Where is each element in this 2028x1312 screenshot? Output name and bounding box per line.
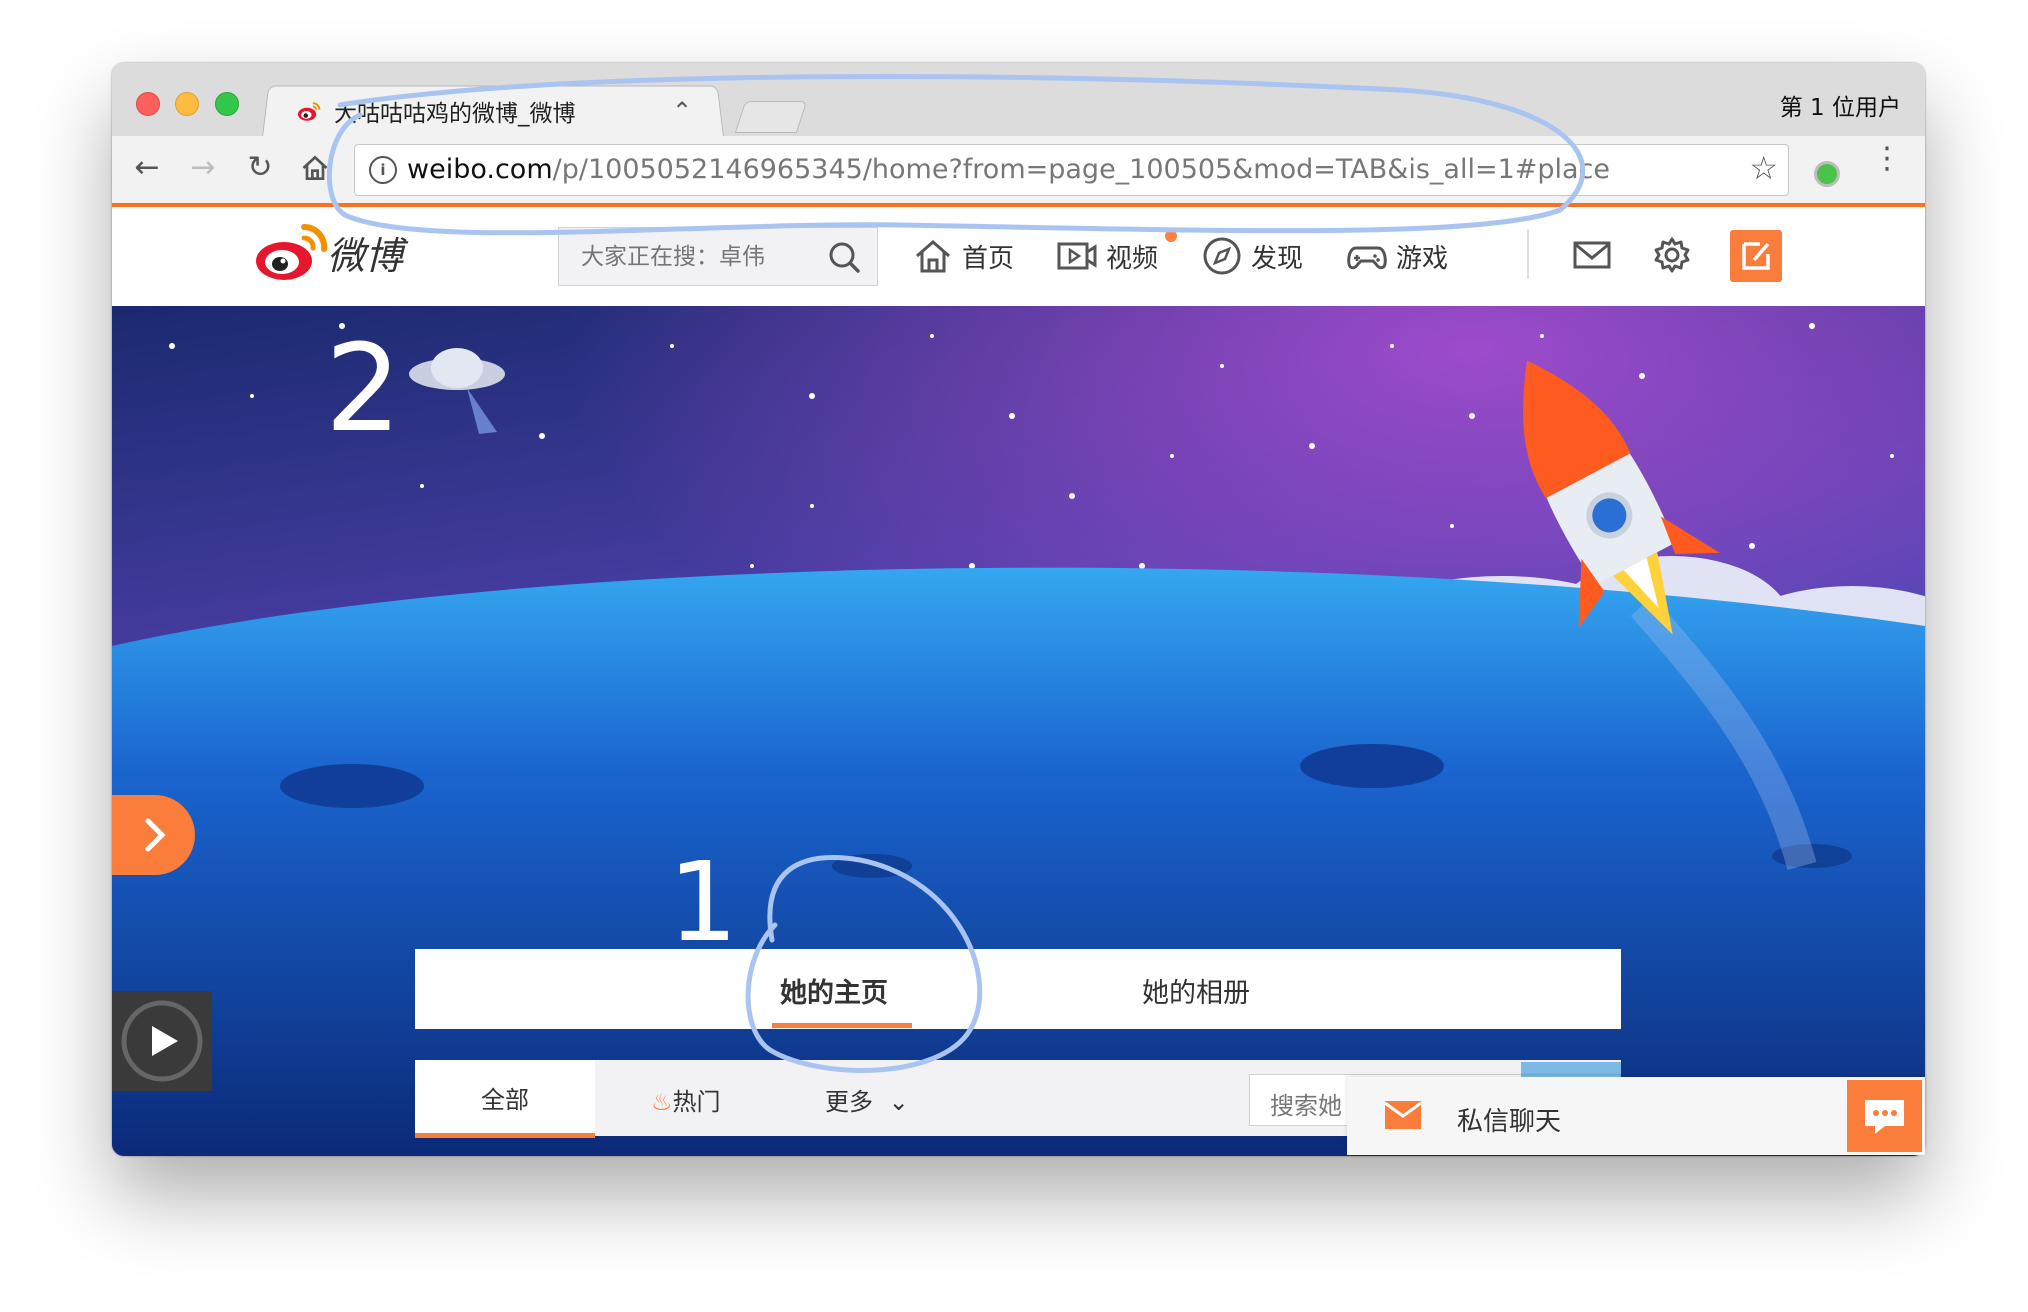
address-bar[interactable]: i weibo.com/p/1005052146965345/home?from…: [354, 144, 1789, 196]
compose-icon: [1742, 242, 1770, 270]
tab-close-icon[interactable]: ⌃: [672, 97, 692, 125]
chevron-down-icon: ⌄: [888, 1088, 909, 1116]
envelope-icon: [1385, 1101, 1421, 1129]
nav-discover[interactable]: 发现: [1201, 233, 1303, 279]
chevron-right-icon: [145, 818, 166, 852]
nav-video-label: 视频: [1106, 243, 1159, 274]
private-chat-bar[interactable]: 私信聊天: [1347, 1077, 1925, 1155]
browser-toolbar: ← → ↻ i weibo.com/p/1005052146965345/hom…: [112, 136, 1925, 207]
filter-all-label: 全部: [481, 1086, 529, 1114]
home-icon: [916, 240, 950, 273]
mail-icon[interactable]: [1568, 231, 1616, 279]
notification-dot: [1165, 230, 1177, 242]
new-tab-button[interactable]: [734, 101, 808, 133]
chat-open-button[interactable]: [1847, 1080, 1922, 1152]
music-player-button[interactable]: [112, 991, 212, 1091]
filter-hot-tab[interactable]: ♨热门: [651, 1082, 721, 1117]
bookmark-star-icon[interactable]: ☆: [1749, 149, 1778, 187]
nav-video[interactable]: 视频: [1056, 230, 1177, 279]
tab-her-album[interactable]: 她的相册: [1142, 971, 1250, 1010]
weibo-logo-icon[interactable]: [252, 219, 332, 285]
weibo-search-box[interactable]: [558, 227, 878, 286]
feed-search-placeholder: 搜索她: [1270, 1092, 1342, 1120]
search-icon[interactable]: [827, 240, 861, 274]
extension-icon[interactable]: [1814, 161, 1840, 187]
maximize-window-button[interactable]: [215, 92, 239, 116]
header-divider: [1527, 229, 1529, 279]
info-icon[interactable]: i: [369, 156, 397, 184]
browser-home-icon[interactable]: [297, 150, 333, 186]
url-path: /p/1005052146965345/home?from=page_10050…: [552, 154, 1611, 185]
video-icon: [1057, 242, 1097, 270]
chat-bubble-icon: [1865, 1100, 1904, 1134]
filter-more-dropdown[interactable]: 更多 ⌄: [825, 1082, 909, 1117]
url-text[interactable]: weibo.com/p/1005052146965345/home?from=p…: [407, 154, 1610, 185]
filter-more-label: 更多: [825, 1088, 873, 1116]
flame-icon: ♨: [651, 1088, 673, 1116]
browser-titlebar: 大咕咕咕鸡的微博_微博 ⌃ 第 1 位用户: [112, 63, 1925, 137]
gamepad-icon: [1347, 246, 1387, 270]
profile-tab-bar: 她的主页 她的相册: [415, 949, 1621, 1029]
expand-sidebar-button[interactable]: [112, 795, 195, 875]
nav-discover-label: 发现: [1251, 243, 1304, 274]
weibo-search-input[interactable]: [579, 243, 813, 271]
compose-button[interactable]: [1730, 230, 1782, 282]
reload-icon[interactable]: ↻: [242, 150, 278, 186]
weibo-logo-text[interactable]: 微博: [327, 225, 403, 280]
tab-her-homepage[interactable]: 她的主页: [780, 971, 888, 1010]
profile-label[interactable]: 第 1 位用户: [1780, 88, 1901, 122]
nav-home-label: 首页: [962, 243, 1015, 274]
url-host: weibo.com: [407, 154, 553, 185]
forward-arrow-icon[interactable]: →: [185, 150, 221, 186]
browser-menu-icon[interactable]: ⋮: [1872, 144, 1902, 174]
tab-title: 大咕咕咕鸡的微博_微博: [334, 101, 576, 127]
nav-game[interactable]: 游戏: [1346, 233, 1448, 279]
back-arrow-icon[interactable]: ←: [129, 150, 165, 186]
weibo-header: 微博 首页 视频: [112, 207, 1925, 306]
nav-home[interactable]: 首页: [912, 233, 1014, 279]
nav-game-label: 游戏: [1396, 243, 1449, 274]
minimize-window-button[interactable]: [175, 92, 199, 116]
browser-tab-content[interactable]: 大咕咕咕鸡的微博_微博 ⌃: [284, 87, 714, 135]
compass-icon: [1203, 237, 1241, 275]
gear-icon[interactable]: [1648, 231, 1696, 279]
private-chat-label: 私信聊天: [1457, 1107, 1562, 1137]
filter-hot-label: 热门: [672, 1088, 721, 1116]
filter-all-tab[interactable]: 全部: [415, 1060, 595, 1138]
active-tab-indicator: [772, 1023, 912, 1028]
close-window-button[interactable]: [136, 92, 160, 116]
weibo-favicon-icon: [297, 102, 321, 121]
play-icon: [121, 1000, 203, 1082]
